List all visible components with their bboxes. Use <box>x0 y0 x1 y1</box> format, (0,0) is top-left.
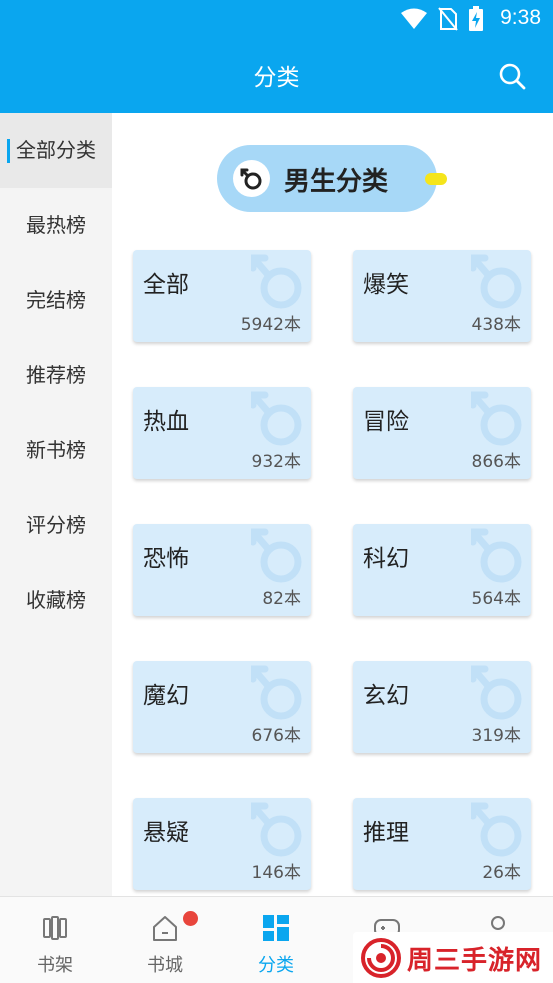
notification-badge <box>183 911 198 926</box>
category-count: 932本 <box>251 452 301 472</box>
male-watermark-icon <box>471 528 522 583</box>
category-name: 恐怖 <box>143 546 189 572</box>
no-sim-icon <box>438 7 458 31</box>
bookshelf-icon <box>43 916 67 940</box>
male-watermark-icon <box>251 665 302 720</box>
watermark-text: 周三手游网 <box>407 946 543 976</box>
tab-bookstore[interactable]: 书城 <box>110 897 220 983</box>
male-watermark-icon <box>471 665 522 720</box>
male-watermark-icon <box>251 254 302 309</box>
male-watermark-icon <box>251 391 302 446</box>
category-card-humor[interactable]: 爆笑 438本 <box>353 250 531 342</box>
app-header: 9:38 分类 <box>0 0 553 113</box>
sidebar-item-ratings[interactable]: 评分榜 <box>0 488 112 563</box>
tab-category[interactable]: 分类 <box>221 897 331 983</box>
male-watermark-icon <box>471 391 522 446</box>
tab-bookshelf[interactable]: 书架 <box>0 897 110 983</box>
category-count: 438本 <box>471 315 521 335</box>
watermark-logo <box>361 938 401 978</box>
battery-charging-icon <box>469 6 483 31</box>
sidebar-item-hottest[interactable]: 最热榜 <box>0 188 112 263</box>
category-count: 564本 <box>471 589 521 609</box>
category-card-horror[interactable]: 恐怖 82本 <box>133 524 311 616</box>
category-count: 82本 <box>262 589 301 609</box>
category-card-mystery[interactable]: 推理 26本 <box>353 798 531 890</box>
category-panel: 男生分类 全部 5942本 爆笑 438本 热血 932本 冒险 866本 恐怖… <box>112 113 553 896</box>
male-watermark-icon <box>251 802 302 857</box>
home-icon <box>153 916 177 941</box>
category-name: 全部 <box>143 272 189 298</box>
status-bar: 9:38 <box>0 0 553 38</box>
category-card-all[interactable]: 全部 5942本 <box>133 250 311 342</box>
category-count: 866本 <box>471 452 521 472</box>
sidebar: 全部分类 最热榜 完结榜 推荐榜 新书榜 评分榜 收藏榜 <box>0 113 112 896</box>
toggle-indicator <box>425 173 447 185</box>
page-title: 分类 <box>253 65 300 91</box>
tab-label: 书架 <box>37 955 73 976</box>
tab-label: 分类 <box>258 955 294 976</box>
sidebar-item-recommended[interactable]: 推荐榜 <box>0 338 112 413</box>
category-count: 319本 <box>471 726 521 746</box>
category-count: 26本 <box>482 863 521 883</box>
gender-switch-label: 男生分类 <box>284 167 389 197</box>
category-count: 146本 <box>251 863 301 883</box>
site-watermark: 周三手游网 <box>353 932 553 983</box>
category-name: 冒险 <box>363 409 409 435</box>
sidebar-item-favorites[interactable]: 收藏榜 <box>0 563 112 638</box>
category-grid-icon <box>263 915 289 941</box>
category-card-hot-blooded[interactable]: 热血 932本 <box>133 387 311 479</box>
sidebar-item-all-categories[interactable]: 全部分类 <box>0 113 112 188</box>
male-watermark-icon <box>471 802 522 857</box>
category-name: 爆笑 <box>363 272 409 298</box>
male-watermark-icon <box>251 528 302 583</box>
category-card-suspense[interactable]: 悬疑 146本 <box>133 798 311 890</box>
male-icon-badge <box>233 160 270 197</box>
search-icon[interactable] <box>498 62 526 90</box>
category-name: 玄幻 <box>363 683 409 709</box>
category-count: 676本 <box>251 726 301 746</box>
sidebar-item-new-books[interactable]: 新书榜 <box>0 413 112 488</box>
tab-label: 书城 <box>147 955 183 976</box>
category-card-xuanhuan[interactable]: 玄幻 319本 <box>353 661 531 753</box>
gender-switch-button[interactable]: 男生分类 <box>217 145 447 212</box>
male-icon <box>240 168 262 190</box>
male-watermark-icon <box>471 254 522 309</box>
sidebar-item-completed[interactable]: 完结榜 <box>0 263 112 338</box>
wifi-icon <box>401 8 427 29</box>
category-name: 科幻 <box>363 546 409 572</box>
category-name: 悬疑 <box>143 820 189 846</box>
category-card-sci-fi[interactable]: 科幻 564本 <box>353 524 531 616</box>
status-time: 9:38 <box>500 6 541 29</box>
category-count: 5942本 <box>240 315 301 335</box>
category-card-magic[interactable]: 魔幻 676本 <box>133 661 311 753</box>
category-name: 魔幻 <box>143 683 189 709</box>
category-name: 推理 <box>363 820 409 846</box>
category-name: 热血 <box>143 409 189 435</box>
category-card-adventure[interactable]: 冒险 866本 <box>353 387 531 479</box>
